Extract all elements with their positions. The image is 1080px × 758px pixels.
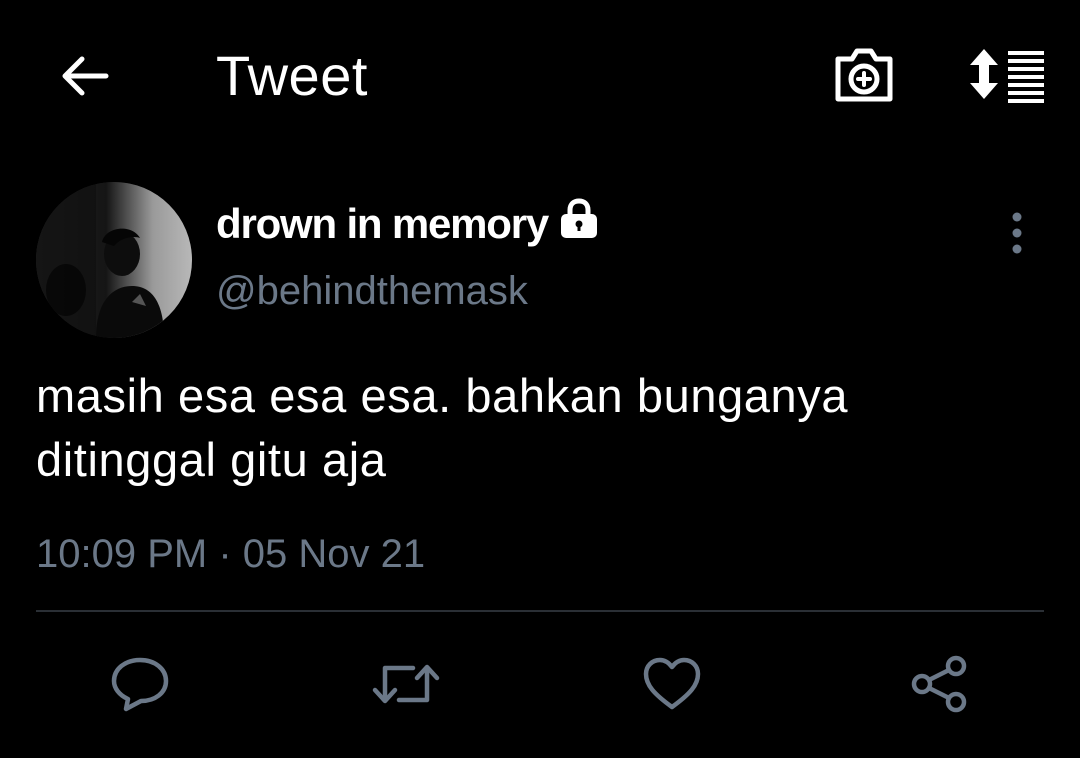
reply-button[interactable] <box>104 648 176 720</box>
tweet-date: 05 Nov 21 <box>242 532 426 576</box>
like-button[interactable] <box>636 648 708 720</box>
tweet-text: masih esa esa esa. bahkan bunganya ditin… <box>36 364 1036 492</box>
top-bar: Tweet <box>0 0 1080 150</box>
arrow-left-icon <box>62 56 109 96</box>
retweet-button[interactable] <box>370 648 442 720</box>
more-vertical-icon <box>1012 212 1022 254</box>
meta-separator: · <box>218 532 232 576</box>
display-name[interactable]: drown in memory <box>216 196 549 252</box>
back-button[interactable] <box>50 44 118 108</box>
tweet-time: 10:09 PM <box>36 532 208 576</box>
share-button[interactable] <box>904 648 976 720</box>
divider <box>36 610 1044 612</box>
author-name-row[interactable]: drown in memory <box>216 196 600 252</box>
retweet-icon <box>372 664 440 704</box>
more-options-button[interactable] <box>996 208 1038 258</box>
lock-icon <box>558 198 600 240</box>
reply-icon <box>111 657 169 712</box>
share-icon <box>911 655 967 713</box>
sort-button[interactable] <box>962 38 1054 110</box>
author-handle[interactable]: @behindthemask <box>216 266 528 316</box>
avatar[interactable] <box>36 182 192 338</box>
heart-icon <box>643 657 701 710</box>
tweet-timestamp: 10:09 PM · 05 Nov 21 <box>36 528 425 580</box>
sort-lines-icon <box>970 49 1044 103</box>
camera-plus-icon <box>835 48 893 102</box>
tweet-text-line: masih esa esa esa. bahkan bunganya <box>36 369 849 422</box>
camera-button[interactable] <box>826 38 902 110</box>
page-title: Tweet <box>216 44 368 107</box>
tweet-text-line: ditinggal gitu aja <box>36 433 387 486</box>
avatar-photo <box>36 182 192 338</box>
